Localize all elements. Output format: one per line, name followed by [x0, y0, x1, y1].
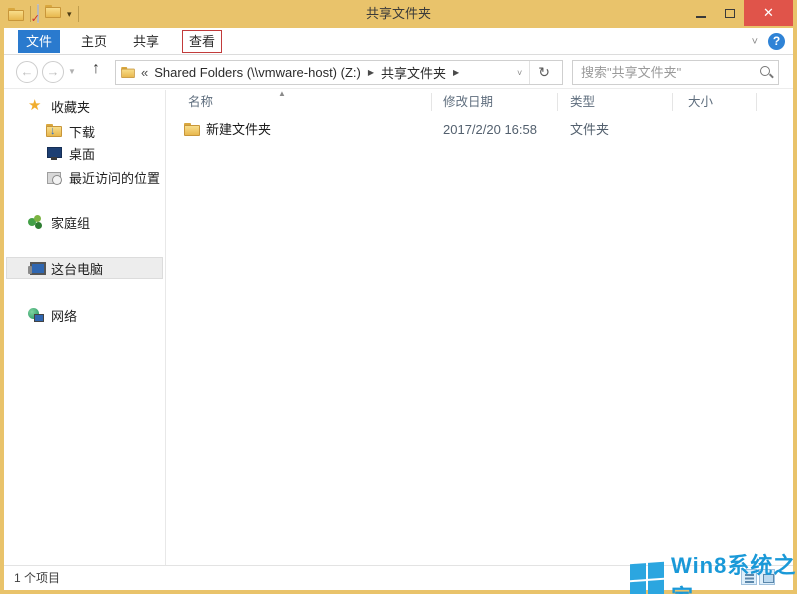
sidebar-item-label: 最近访问的位置	[69, 168, 160, 187]
downloads-folder-icon: ↓	[46, 123, 62, 139]
sidebar-item-this-pc[interactable]: 这台电脑	[6, 257, 163, 279]
forward-icon: →	[47, 64, 60, 79]
minimize-ribbon-chevron-icon[interactable]: ˅	[752, 36, 758, 48]
up-button[interactable]: ↑	[92, 60, 100, 78]
minimize-icon	[696, 16, 706, 18]
file-list: ▲ 名称 修改日期 类型 大小 新建文件夹 2017/2/20 16:58 文件…	[166, 90, 793, 565]
titlebar: ▾ 共享文件夹 ✕	[0, 0, 797, 28]
up-arrow-icon: ↑	[92, 60, 100, 77]
sidebar-item-recent-places[interactable]: 最近访问的位置	[46, 166, 160, 188]
maximize-icon	[725, 9, 735, 18]
column-header-name[interactable]: 名称	[188, 90, 213, 114]
sidebar-item-network[interactable]: 网络	[28, 304, 77, 326]
column-divider[interactable]	[431, 93, 432, 111]
column-divider[interactable]	[672, 93, 673, 111]
recent-locations-chevron-icon[interactable]: ▼	[68, 67, 76, 76]
column-divider[interactable]	[557, 93, 558, 111]
computer-icon	[28, 260, 44, 276]
window-title: 共享文件夹	[0, 0, 797, 28]
ribbon-tab-bar: 文件 主页 共享 查看 ˅ ?	[4, 28, 793, 55]
sort-ascending-icon: ▲	[278, 89, 286, 98]
navigation-pane: ★ 收藏夹 ↓ 下载 桌面 最近访问的位置 家庭组 这台电脑 网络	[4, 90, 165, 565]
file-name[interactable]: 新建文件夹	[206, 119, 271, 141]
column-header-type[interactable]: 类型	[570, 90, 595, 114]
breadcrumb-arrow-icon[interactable]: ▶	[368, 68, 374, 77]
divider	[4, 54, 793, 55]
address-folder-icon	[121, 67, 135, 78]
watermark-text: Win8系统之家	[671, 548, 797, 594]
sidebar-item-label: 网络	[51, 306, 77, 325]
sidebar-item-favorites[interactable]: ★ 收藏夹	[28, 95, 90, 117]
breadcrumb-segment[interactable]: Shared Folders (\\vmware-host) (Z:)	[154, 65, 361, 80]
table-row[interactable]: 新建文件夹 2017/2/20 16:58 文件夹	[166, 119, 786, 141]
address-bar[interactable]: « Shared Folders (\\vmware-host) (Z:) ▶ …	[115, 60, 563, 85]
network-icon	[28, 307, 44, 323]
tab-file[interactable]: 文件	[18, 30, 60, 53]
recent-places-icon	[46, 169, 62, 185]
search-input[interactable]	[573, 65, 757, 80]
back-button[interactable]: ←	[16, 61, 38, 83]
windows-logo-icon	[630, 562, 664, 594]
forward-button[interactable]: →	[42, 61, 64, 83]
breadcrumb-overflow[interactable]: «	[141, 65, 148, 80]
window-controls: ✕	[686, 0, 793, 26]
sidebar-item-label: 家庭组	[51, 213, 90, 232]
explorer-window: ▾ 共享文件夹 ✕ 文件 主页 共享 查看 ˅ ? ← → ▼ ↑ « Shar…	[0, 0, 797, 594]
address-dropdown-chevron-icon[interactable]: ˅	[510, 68, 529, 78]
close-icon: ✕	[763, 5, 774, 21]
search-icon[interactable]	[757, 62, 779, 84]
window-border	[793, 28, 797, 594]
sidebar-item-label: 收藏夹	[51, 97, 90, 116]
help-icon[interactable]: ?	[768, 33, 785, 50]
refresh-icon[interactable]: ↻	[530, 64, 558, 81]
sidebar-item-downloads[interactable]: ↓ 下载	[46, 120, 95, 142]
navigation-bar: ← → ▼ ↑ « Shared Folders (\\vmware-host)…	[4, 56, 793, 89]
tab-share[interactable]: 共享	[130, 30, 162, 53]
back-icon: ←	[21, 64, 34, 79]
close-button[interactable]: ✕	[744, 0, 793, 26]
sidebar-item-label: 桌面	[69, 144, 95, 163]
tab-view-annotated[interactable]: 查看	[182, 30, 222, 53]
breadcrumb-arrow-icon[interactable]: ▶	[453, 68, 459, 77]
folder-icon	[184, 123, 200, 136]
minimize-button[interactable]	[686, 0, 715, 26]
maximize-button[interactable]	[715, 0, 744, 26]
sidebar-item-label: 下载	[69, 122, 95, 141]
sidebar-item-desktop[interactable]: 桌面	[46, 142, 95, 164]
watermark: Win8系统之家	[630, 548, 797, 594]
homegroup-icon	[28, 214, 44, 230]
item-count: 1 个项目	[14, 566, 60, 590]
tab-home[interactable]: 主页	[78, 30, 110, 53]
column-header-size[interactable]: 大小	[688, 90, 713, 114]
breadcrumb-segment[interactable]: 共享文件夹	[381, 63, 446, 82]
divider	[4, 88, 793, 89]
file-type: 文件夹	[570, 119, 609, 141]
sidebar-item-label: 这台电脑	[51, 259, 103, 278]
file-date-modified: 2017/2/20 16:58	[443, 119, 537, 141]
search-box[interactable]	[572, 60, 779, 85]
sidebar-item-homegroup[interactable]: 家庭组	[28, 211, 90, 233]
column-divider[interactable]	[756, 93, 757, 111]
star-icon: ★	[28, 98, 44, 114]
desktop-icon	[46, 145, 62, 161]
column-header-date-modified[interactable]: 修改日期	[443, 90, 493, 114]
